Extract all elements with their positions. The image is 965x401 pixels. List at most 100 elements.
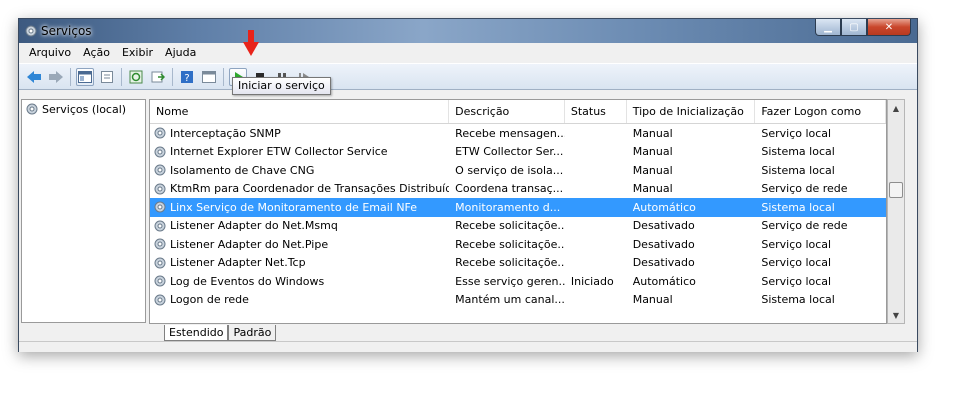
service-name-cell: Internet Explorer ETW Collector Service [150, 145, 449, 159]
service-tipo-cell: Desativado [632, 237, 695, 251]
toolbar-separator [172, 67, 173, 86]
service-name-cell: Listener Adapter do Net.Msmq [150, 219, 449, 233]
list-header: Nome Descrição Status Tipo de Inicializa… [150, 100, 886, 124]
export-button[interactable] [149, 68, 167, 86]
column-header-nome[interactable]: Nome [150, 100, 450, 123]
tab-padrao[interactable]: Padrão [228, 325, 277, 341]
service-tipo-cell: Desativado [632, 219, 695, 233]
toolbar-separator [70, 67, 71, 86]
service-desc-cell: Monitoramento d... [455, 200, 561, 214]
export-icon [151, 71, 165, 82]
service-tipo-cell: Desativado [632, 256, 695, 270]
service-gear-icon [154, 238, 166, 250]
service-status-cell: Iniciado [570, 274, 614, 288]
service-logon-cell: Serviço local [761, 237, 832, 251]
tab-estendido[interactable]: Estendido [164, 325, 229, 341]
service-name-cell: Isolamento de Chave CNG [150, 163, 449, 177]
svg-text:?: ? [184, 73, 189, 84]
minimize-button[interactable]: ▁ [815, 19, 841, 36]
back-button[interactable] [25, 68, 43, 86]
service-tipo-cell: Manual [632, 293, 673, 307]
tree-item-label: Serviços (local) [42, 102, 127, 116]
service-tipo-cell: Manual [632, 145, 673, 159]
service-desc-cell: Recebe mensagen... [455, 126, 565, 140]
service-desc-cell: Recebe solicitaçõe... [455, 256, 565, 270]
service-name-cell: Log de Eventos do Windows [150, 274, 449, 288]
scroll-up-icon[interactable]: ▲ [888, 100, 904, 116]
service-tipo-cell: Manual [632, 182, 673, 196]
table-row[interactable]: Linx Serviço de Monitoramento de Email N… [150, 198, 886, 217]
forward-icon [49, 70, 63, 83]
console-tree-button[interactable] [76, 67, 94, 86]
service-name-cell: Logon de rede [150, 293, 449, 307]
tree-item-services-local[interactable]: Serviços (local) [22, 100, 145, 118]
column-header-status[interactable]: Status [565, 100, 627, 123]
menu-bar: Arquivo Ação Exibir Ajuda [19, 43, 917, 62]
service-name-cell: Linx Serviço de Monitoramento de Email N… [150, 200, 449, 214]
toolbar-separator [121, 67, 122, 86]
service-tipo-cell: Manual [632, 163, 673, 177]
help-button[interactable]: ? [178, 68, 196, 86]
service-name-cell: KtmRm para Coordenador de Transações Dis… [150, 182, 449, 196]
table-row[interactable]: Listener Adapter do Net.Pipe Recebe solic… [150, 235, 886, 254]
service-name: Logon de rede [170, 293, 249, 307]
service-gear-icon [154, 146, 166, 158]
service-desc-cell: O serviço de isola... [455, 163, 564, 177]
table-row[interactable]: KtmRm para Coordenador de Transações Dis… [150, 180, 886, 199]
column-header-descricao[interactable]: Descrição [449, 100, 565, 123]
menu-exibir[interactable]: Exibir [116, 46, 159, 59]
view-tabs: Estendido Padrão [164, 323, 277, 341]
title-bar[interactable]: Serviços ▁ ▢ ✕ [19, 19, 917, 43]
table-row[interactable]: Internet Explorer ETW Collector Service E… [150, 143, 886, 162]
table-row[interactable]: Listener Adapter Net.Tcp Recebe solicitaç… [150, 254, 886, 273]
properties-icon [101, 70, 113, 83]
help-icon: ? [181, 70, 193, 84]
service-name-cell: Listener Adapter Net.Tcp [150, 256, 449, 270]
service-name: Listener Adapter do Net.Msmq [170, 219, 338, 233]
menu-ajuda[interactable]: Ajuda [159, 46, 202, 59]
services-gear-icon [26, 103, 38, 115]
service-logon-cell: Sistema local [761, 293, 835, 307]
service-name: Listener Adapter do Net.Pipe [170, 237, 329, 251]
column-header-tipo-inicializacao[interactable]: Tipo de Inicialização [627, 100, 756, 123]
service-desc-cell: Esse serviço geren... [455, 274, 565, 288]
maximize-button[interactable]: ▢ [841, 19, 867, 36]
service-gear-icon [154, 275, 166, 287]
column-header-fazer-logon[interactable]: Fazer Logon como [755, 100, 886, 123]
table-row[interactable]: Isolamento de Chave CNG O serviço de isol… [150, 161, 886, 180]
menu-acao[interactable]: Ação [77, 46, 116, 59]
service-desc-cell: Coordena transaç... [455, 182, 564, 196]
service-desc-cell: ETW Collector Ser... [455, 145, 564, 159]
close-button[interactable]: ✕ [867, 19, 911, 36]
console-tree-pane: Serviços (local) [21, 99, 146, 323]
table-row[interactable]: Logon de rede Mantém um canal... Manual Sis… [150, 291, 886, 310]
service-name: Interceptação SNMP [170, 126, 281, 140]
scroll-thumb[interactable] [889, 182, 903, 198]
service-name: Internet Explorer ETW Collector Service [170, 145, 388, 159]
service-gear-icon [154, 294, 166, 306]
table-row[interactable]: Interceptação SNMP Recebe mensagen... Manu… [150, 124, 886, 143]
service-tipo-cell: Manual [632, 126, 673, 140]
service-logon-cell: Serviço local [761, 126, 832, 140]
properties-button[interactable] [98, 68, 116, 86]
view-button[interactable] [200, 68, 218, 86]
service-name: Listener Adapter Net.Tcp [170, 256, 306, 270]
table-row[interactable]: Log de Eventos do Windows Esse serviço ge… [150, 272, 886, 291]
service-logon-cell: Serviço local [761, 256, 832, 270]
service-tipo-cell: Automático [632, 274, 696, 288]
refresh-icon [129, 70, 143, 83]
red-arrow-annotation-icon [243, 30, 259, 56]
start-service-tooltip: Iniciar o serviço [232, 77, 331, 95]
refresh-button[interactable] [127, 68, 145, 86]
service-name: Isolamento de Chave CNG [170, 163, 315, 177]
service-tipo-cell: Automático [632, 200, 696, 214]
scroll-down-icon[interactable]: ▼ [888, 307, 904, 323]
table-row[interactable]: Listener Adapter do Net.Msmq Recebe solic… [150, 217, 886, 236]
vertical-scrollbar[interactable]: ▲ ▼ [887, 99, 905, 324]
forward-button[interactable] [47, 68, 65, 86]
service-name: KtmRm para Coordenador de Transações Dis… [170, 182, 450, 196]
service-logon-cell: Sistema local [761, 163, 835, 177]
close-icon: ✕ [884, 21, 894, 33]
menu-arquivo[interactable]: Arquivo [23, 46, 77, 59]
service-logon-cell: Serviço de rede [761, 219, 848, 233]
